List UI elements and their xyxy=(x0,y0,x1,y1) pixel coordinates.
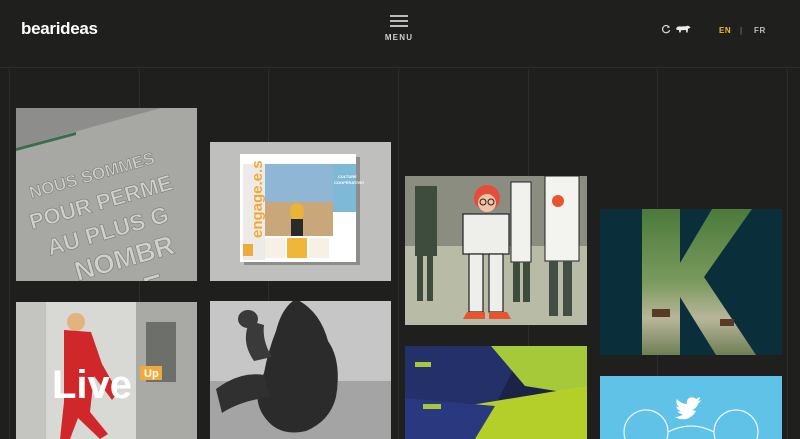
tile2-headline: COOPÉRATIVE! xyxy=(334,180,364,185)
tile5-badge: Up xyxy=(144,368,159,380)
portfolio-tile-engagees[interactable]: CULTURE COOPÉRATIVE! engage.e.s xyxy=(210,142,391,281)
grid-line xyxy=(787,69,788,439)
hamburger-icon xyxy=(390,15,408,27)
logo[interactable]: bearideas xyxy=(21,19,98,39)
portfolio-tile-green-book[interactable] xyxy=(405,346,587,439)
portfolio-tile-hooded-figure[interactable] xyxy=(210,301,391,439)
tile2-title: engage.e.s xyxy=(249,160,266,238)
menu-label: MENU xyxy=(384,33,414,42)
language-separator: | xyxy=(740,26,743,35)
portfolio-tile-illustration[interactable] xyxy=(405,176,587,325)
portfolio-tile-nous-sommes[interactable]: NOUS SOMMES POUR PERME AU PLUS G NOMBR D… xyxy=(16,108,197,281)
portfolio-tile-twitter[interactable] xyxy=(600,376,782,439)
site-header: bearideas MENU EN | FR xyxy=(0,0,800,68)
language-en-link[interactable]: EN xyxy=(719,26,731,35)
tile2-headline: CULTURE xyxy=(338,174,357,179)
language-fr-link[interactable]: FR xyxy=(754,26,766,35)
tile5-label: Live xyxy=(52,363,132,407)
refresh-icon[interactable] xyxy=(661,24,671,34)
grid-line xyxy=(398,69,399,439)
menu-button[interactable]: MENU xyxy=(384,15,414,45)
portfolio-tile-k[interactable] xyxy=(600,209,782,355)
grid-line xyxy=(9,69,10,439)
portfolio-tile-live-up[interactable]: Live Up xyxy=(16,302,197,439)
bear-icon[interactable] xyxy=(675,24,691,34)
